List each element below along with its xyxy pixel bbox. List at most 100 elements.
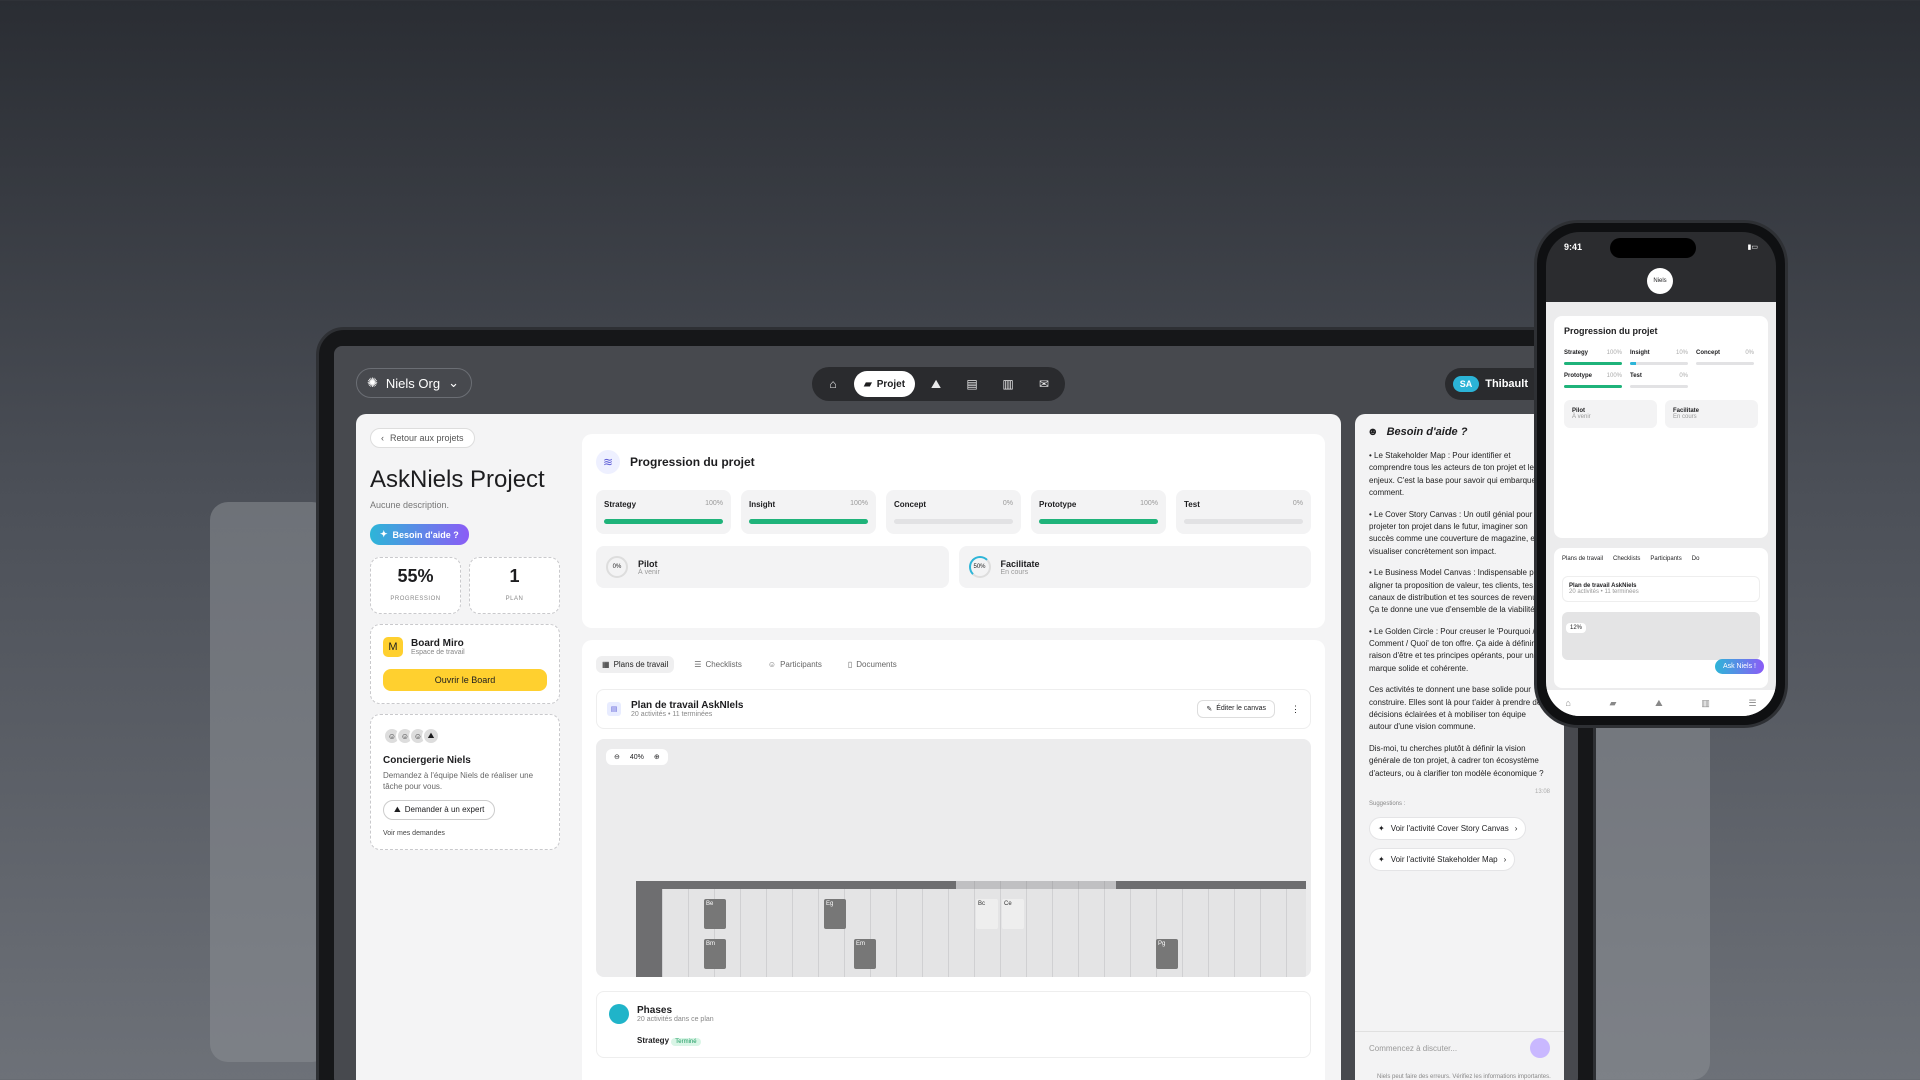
- tab-participants[interactable]: Participants: [1650, 556, 1681, 562]
- progress-fill: [1039, 519, 1158, 524]
- phase-name: Insight: [749, 500, 776, 509]
- chat-message: Dis-moi, tu cherches plutôt à définir la…: [1369, 743, 1544, 778]
- stat-label: PROGRESSION: [390, 596, 441, 602]
- grid-column: [1130, 881, 1131, 977]
- more-icon[interactable]: ⋮: [1291, 704, 1300, 715]
- plan-icon: ▦: [602, 660, 610, 669]
- chat-panel: ☻Besoin d'aide ?🗑 • Le Stakeholder Map :…: [1355, 414, 1564, 1080]
- chat-message: • Le Stakeholder Map : Pour identifier e…: [1369, 451, 1548, 498]
- view-requests-link[interactable]: Voir mes demandes: [383, 830, 547, 837]
- tab-checklists[interactable]: ☰ Checklists: [688, 656, 748, 673]
- tab-documents[interactable]: Do: [1692, 556, 1700, 562]
- tab-plans[interactable]: Plans de travail: [1562, 556, 1603, 562]
- plan-icon: ▤: [607, 702, 621, 716]
- back-button[interactable]: ‹ Retour aux projets: [370, 428, 475, 448]
- chat-message: • Le Golden Circle : Pour creuser le 'Po…: [1369, 626, 1543, 673]
- concierge-icon[interactable]: ⛰: [1655, 698, 1663, 709]
- battery-icon: ▮▭: [1747, 244, 1758, 251]
- suggestion-button[interactable]: ✦ Voir l'activité Stakeholder Map ›: [1369, 847, 1516, 871]
- phase-pct: 100%: [705, 500, 723, 507]
- help-button[interactable]: ✦ Besoin d'aide ?: [370, 524, 469, 545]
- phase-row[interactable]: Strategy Terminé: [637, 1036, 1298, 1046]
- box-icon[interactable]: ▤: [957, 371, 987, 397]
- send-icon[interactable]: [1530, 1038, 1550, 1058]
- menu-icon[interactable]: ☰: [1749, 698, 1757, 709]
- activity-card[interactable]: Em: [854, 939, 876, 969]
- activity-card[interactable]: Bc: [976, 899, 998, 929]
- progress-bar: [1630, 362, 1688, 365]
- ask-expert-button[interactable]: ⛰ Demander à un expert: [383, 800, 496, 821]
- step-status: En cours: [1673, 414, 1697, 420]
- org-switcher[interactable]: ✺ Niels Org ⌄: [356, 368, 472, 398]
- sparkle-icon: ✦: [380, 529, 388, 539]
- users-icon: ☺: [767, 660, 777, 669]
- phone-screen: 9:41 ▮▭ Niels Progression du projet Stra…: [1546, 232, 1776, 716]
- grid-column: [844, 881, 845, 977]
- tab-participants[interactable]: ☺ Participants: [762, 656, 828, 673]
- progress-fill: [749, 519, 868, 524]
- plan-row[interactable]: ▤ Plan de travail AskNIels 20 activités •…: [596, 689, 1311, 729]
- home-icon[interactable]: ⌂: [818, 371, 848, 397]
- zoom-level: 12%: [1566, 623, 1587, 633]
- phone-progress-title: Progression du projet: [1564, 326, 1658, 336]
- grid-column: [792, 881, 793, 977]
- miro-title: Board Miro: [411, 638, 464, 649]
- suggestion-label: Voir l'activité Stakeholder Map: [1390, 854, 1498, 864]
- phone-progress-card: Progression du projet Strategy 100% Insigh…: [1554, 316, 1768, 538]
- canvas-preview[interactable]: ⊖ 40% ⊕ Be Eg Bc Ce Bm Em Pg: [596, 739, 1311, 977]
- home-icon[interactable]: ⌂: [1565, 698, 1570, 708]
- activity-card[interactable]: Be: [704, 899, 726, 929]
- canvas-grid: Be Eg Bc Ce Bm Em Pg: [636, 881, 1306, 977]
- phase-name: Strategy: [604, 500, 637, 509]
- activity-card[interactable]: Bm: [704, 939, 726, 969]
- phone-phase: Insight 10%: [1630, 350, 1688, 365]
- zoom-out-icon[interactable]: ⊖: [614, 753, 620, 761]
- chat-input[interactable]: Commencez à discuter...: [1355, 1031, 1564, 1064]
- phase-pct: 0%: [1002, 500, 1013, 507]
- page-title: AskNiels Project: [370, 466, 545, 493]
- edit-canvas-button[interactable]: ✎ Éditer le canvas: [1197, 700, 1275, 718]
- step-status: À venir: [1572, 414, 1591, 420]
- grid-column: [1208, 881, 1209, 977]
- checklist-icon: ☰: [694, 660, 702, 669]
- phase-list: Strategy 100% Insight 100% Concept 0% Prototyp…: [582, 490, 1325, 534]
- concierge-icon[interactable]: ⛰: [921, 371, 951, 397]
- chat-message: • Le Business Model Canvas : Indispensab…: [1369, 568, 1546, 615]
- stat-value: 1: [509, 566, 520, 586]
- nav-projet[interactable]: ▰ Projet: [854, 371, 916, 397]
- stat-progression: 55% PROGRESSION: [370, 557, 461, 614]
- org-logo-icon: ✺: [367, 375, 378, 390]
- suggestion-button[interactable]: ✦ Voir l'activité Cover Story Canvas ›: [1369, 816, 1527, 840]
- sparkle-icon: ✦: [1378, 823, 1385, 833]
- progress-fill: [1630, 362, 1636, 365]
- activity-card[interactable]: Eg: [824, 899, 846, 929]
- project-description: Aucune description.: [370, 500, 450, 510]
- library-icon[interactable]: ▥: [1701, 698, 1710, 709]
- status-badge: Terminé: [671, 1038, 701, 1046]
- tab-checklists[interactable]: Checklists: [1613, 556, 1640, 562]
- folder-icon[interactable]: ▰: [1609, 698, 1616, 709]
- phase-concept: Concept 0%: [886, 490, 1021, 534]
- activity-card[interactable]: Ce: [1002, 899, 1024, 929]
- phone-logo: Niels: [1647, 268, 1673, 294]
- tab-plans[interactable]: ▦ Plans de travail: [596, 656, 675, 673]
- activity-card[interactable]: Pg: [1156, 939, 1178, 969]
- inbox-icon[interactable]: ✉: [1029, 371, 1059, 397]
- tab-label: Plans de travail: [613, 660, 669, 669]
- phone-plan-row[interactable]: Plan de travail AskNiels 20 activités • 1…: [1562, 576, 1760, 602]
- progress-fill: [604, 519, 723, 524]
- zoom-in-icon[interactable]: ⊕: [654, 753, 660, 761]
- ask-niels-button[interactable]: Ask Niels !: [1714, 659, 1764, 674]
- open-board-button[interactable]: Ouvrir le Board: [383, 669, 547, 691]
- library-icon[interactable]: ▥: [993, 371, 1023, 397]
- chat-messages: • Le Stakeholder Map : Pour identifier e…: [1355, 450, 1564, 780]
- phone-canvas[interactable]: 12%: [1562, 612, 1760, 660]
- nav-projet-label: Projet: [876, 378, 906, 390]
- chat-placeholder: Commencez à discuter...: [1369, 1043, 1458, 1053]
- phase-name: Prototype: [1039, 500, 1077, 509]
- tab-documents[interactable]: ▯ Documents: [842, 656, 903, 673]
- grid-column: [1026, 881, 1027, 977]
- progress-bar: [1630, 385, 1688, 388]
- grid-column: [688, 881, 689, 977]
- zoom-level: 40%: [629, 753, 644, 761]
